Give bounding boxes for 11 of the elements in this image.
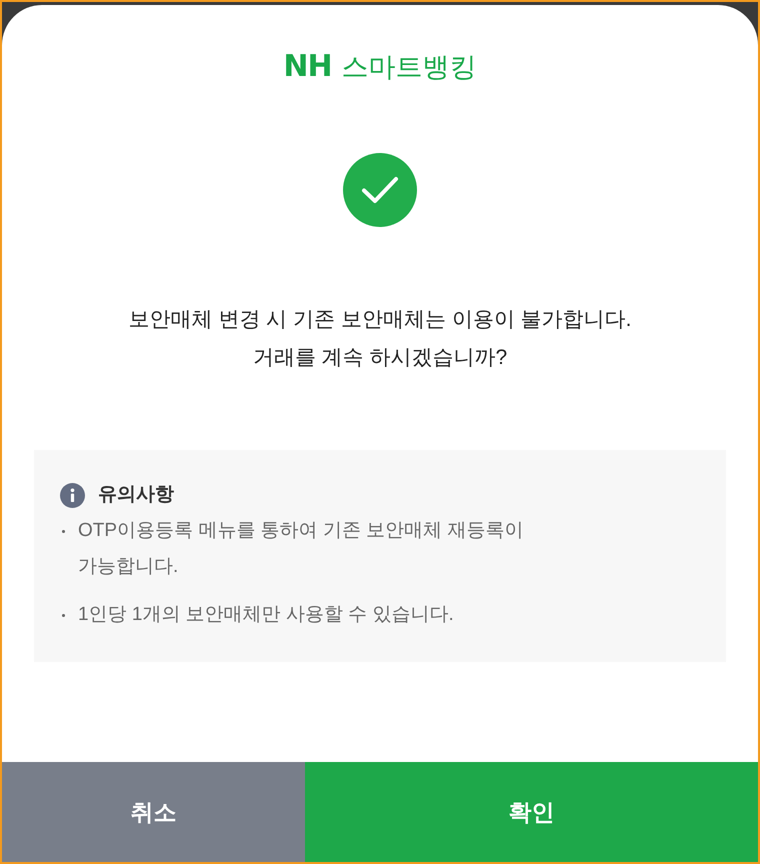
notice-item: OTP이용등록 메뉴를 통하여 기존 보안매체 재등록이 가능합니다.: [78, 519, 524, 579]
confirm-button[interactable]: 확인: [305, 762, 758, 862]
bullet-icon: [62, 530, 65, 533]
info-icon: [60, 482, 85, 508]
confirm-message: 보안매체 변경 시 기존 보안매체는 이용이 불가합니다. 거래를 계속 하시겠습니까?: [128, 307, 632, 371]
notice-item: 1인당 1개의 보안매체만 사용할 수 있습니다.: [78, 603, 454, 627]
logo-mark: NH: [283, 49, 332, 85]
app-title: 스마트뱅킹: [342, 51, 477, 84]
notice-title: 유의사항: [98, 483, 174, 507]
bullet-icon: [62, 614, 65, 617]
cancel-button[interactable]: 취소: [2, 762, 305, 862]
